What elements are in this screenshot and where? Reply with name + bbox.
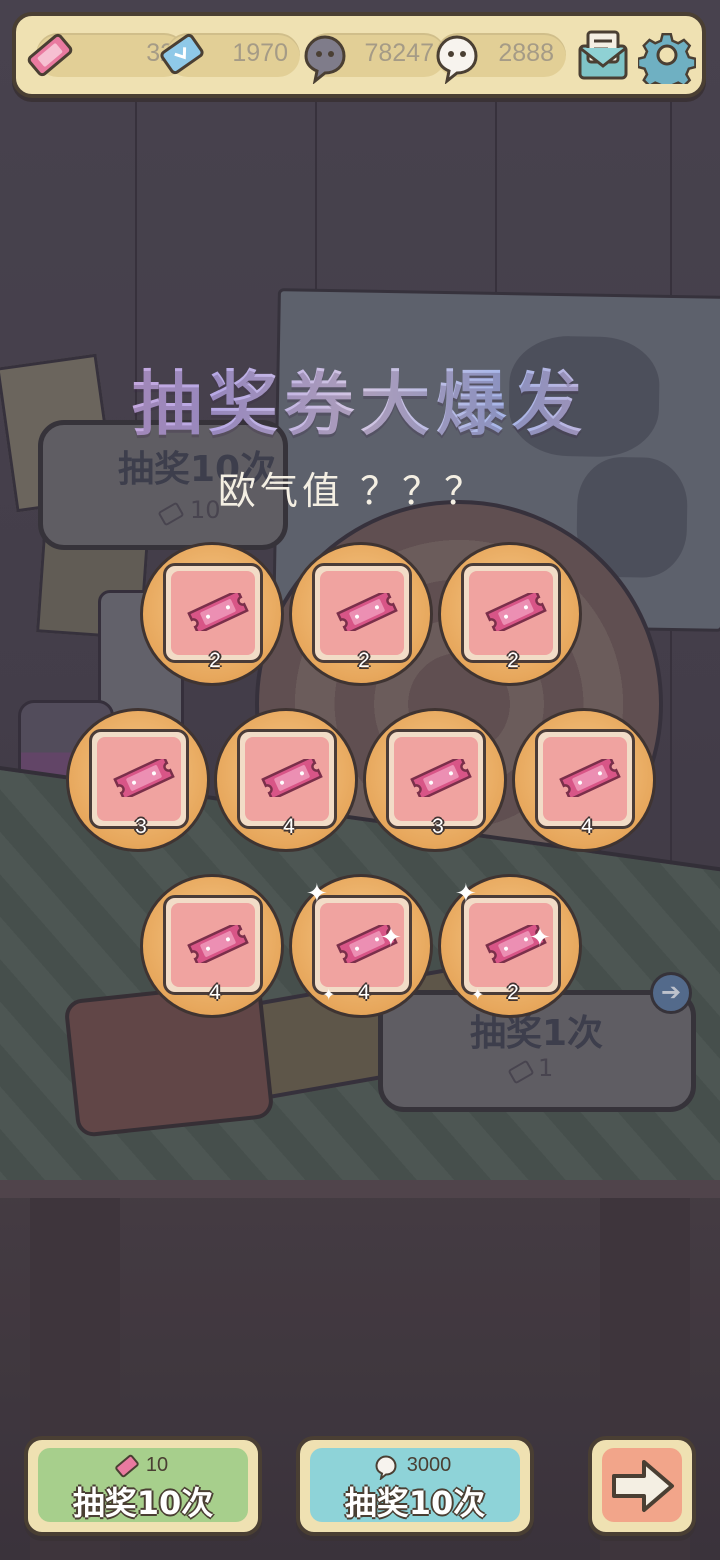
crystal-count: 1970	[232, 39, 288, 67]
gear-icon[interactable]	[638, 26, 696, 84]
reward-card	[237, 729, 337, 829]
reward-count: 2	[507, 981, 519, 1004]
reward-item[interactable]: 2	[438, 542, 582, 686]
reward-item[interactable]: 3	[66, 708, 210, 852]
arrow-right-icon	[612, 1460, 674, 1512]
draw-10-ghost-button[interactable]: 3000 抽奖10次	[296, 1436, 534, 1536]
ticket-icon	[559, 759, 621, 797]
reward-count: 4	[581, 815, 593, 838]
mail-icon[interactable]	[574, 26, 632, 84]
reward-card	[461, 563, 561, 663]
ticket-icon	[336, 593, 398, 631]
ticket-icon	[410, 759, 472, 797]
ticket-icon	[187, 925, 249, 963]
draw-10-ticket-button[interactable]: 10 抽奖10次	[24, 1436, 262, 1536]
reward-item[interactable]: 4 ✦ ✦ ✦	[289, 874, 433, 1018]
reward-card	[163, 895, 263, 995]
sparkle-icon: ✦	[455, 879, 477, 909]
reward-count: 4	[358, 981, 370, 1004]
ghost-draw-cost: 3000	[406, 1454, 452, 1476]
white-ghost-icon	[436, 35, 478, 84]
reward-card	[312, 563, 412, 663]
reward-item[interactable]: 2 ✦ ✦ ✦	[438, 874, 582, 1018]
sparkle-icon: ✦	[471, 985, 485, 1004]
sparkle-icon: ✦	[380, 923, 402, 953]
resource-bar: 32 1970 78247 2888	[12, 12, 706, 98]
reward-item[interactable]: 4	[140, 874, 284, 1018]
reward-item[interactable]: 3	[363, 708, 507, 852]
ticket-icon	[187, 593, 249, 631]
ticket-draw-label: 抽奖10次	[72, 1484, 214, 1522]
reward-card	[535, 729, 635, 829]
reward-item[interactable]: 2	[140, 542, 284, 686]
ticket-icon	[113, 759, 175, 797]
reward-count: 4	[209, 981, 221, 1004]
ticket-icon	[261, 759, 323, 797]
next-button[interactable]	[588, 1436, 696, 1536]
white-ghost-count: 2888	[498, 39, 554, 67]
ticket-draw-cost: 10	[145, 1454, 169, 1476]
reward-count: 4	[283, 815, 295, 838]
gray-ghost-icon	[304, 35, 346, 84]
reward-item[interactable]: 4	[214, 708, 358, 852]
reward-count: 2	[358, 649, 370, 672]
ghost-draw-label: 抽奖10次	[344, 1484, 486, 1522]
reward-count: 2	[209, 649, 221, 672]
reward-item[interactable]: 2	[289, 542, 433, 686]
ticket-icon	[485, 593, 547, 631]
event-title: 抽奖券大爆发	[0, 348, 720, 449]
reward-count: 2	[507, 649, 519, 672]
luck-value-label: 欧气值 ？？？	[218, 469, 487, 513]
crystal-icon	[160, 33, 204, 75]
reward-card	[386, 729, 486, 829]
reward-item[interactable]: 4	[512, 708, 656, 852]
reward-card	[89, 729, 189, 829]
gray-ghost-count: 78247	[364, 39, 434, 67]
reward-count: 3	[135, 815, 147, 838]
sparkle-icon: ✦	[322, 985, 336, 1004]
reward-card	[163, 563, 263, 663]
reward-count: 3	[432, 815, 444, 838]
sparkle-icon: ✦	[306, 879, 328, 909]
ticket-icon	[27, 33, 73, 77]
sparkle-icon: ✦	[529, 923, 551, 953]
